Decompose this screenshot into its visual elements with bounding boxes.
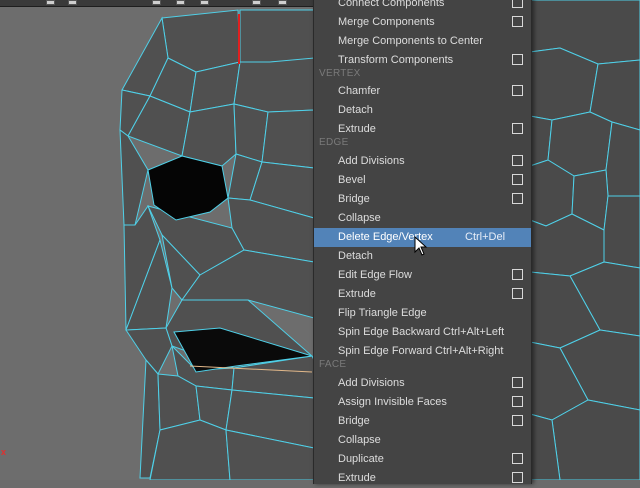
- option-box-icon[interactable]: [512, 155, 523, 166]
- option-box-icon[interactable]: [512, 193, 523, 204]
- menu-item-label: Extrude: [338, 472, 376, 484]
- menu-item-bevel[interactable]: Bevel: [314, 171, 531, 190]
- menu-item-connect-components[interactable]: Connect Components: [314, 0, 531, 13]
- menu-item-label: Bevel: [338, 174, 366, 186]
- option-box-icon[interactable]: [512, 472, 523, 483]
- menu-item-edit-edge-flow[interactable]: Edit Edge Flow: [314, 266, 531, 285]
- option-box-icon[interactable]: [512, 85, 523, 96]
- option-box-icon[interactable]: [512, 16, 523, 27]
- menu-item-label: Chamfer: [338, 85, 381, 97]
- menu-item-detach-vertex[interactable]: Detach: [314, 101, 531, 120]
- menu-item-label: Add Divisions: [338, 155, 405, 167]
- menu-item-label: Edit Edge Flow: [338, 269, 412, 281]
- menu-item-bridge-face[interactable]: Bridge: [314, 412, 531, 431]
- menu-item-extrude-face[interactable]: Extrude: [314, 469, 531, 488]
- option-box-icon[interactable]: [512, 0, 523, 8]
- menu-item-add-divisions-face[interactable]: Add Divisions: [314, 374, 531, 393]
- menu-item-label: Merge Components to Center: [338, 35, 483, 47]
- toolbar-strip: [0, 0, 314, 7]
- menu-item-label: Transform Components: [338, 54, 454, 66]
- menu-item-label: Connect Components: [338, 0, 445, 9]
- section-header-vertex: VERTEX: [319, 68, 361, 79]
- menu-item-chamfer[interactable]: Chamfer: [314, 82, 531, 101]
- menu-item-collapse-edge[interactable]: Collapse: [314, 209, 531, 228]
- menu-item-label: Assign Invisible Faces: [338, 396, 447, 408]
- option-box-icon[interactable]: [512, 377, 523, 388]
- menu-item-label: Extrude: [338, 123, 376, 135]
- tool-icon[interactable]: [200, 0, 209, 5]
- menu-item-flip-triangle-edge[interactable]: Flip Triangle Edge: [314, 304, 531, 323]
- tool-icon[interactable]: [46, 0, 55, 5]
- option-box-icon[interactable]: [512, 54, 523, 65]
- option-box-icon[interactable]: [512, 453, 523, 464]
- menu-item-add-divisions-edge[interactable]: Add Divisions: [314, 152, 531, 171]
- mouse-pointer-icon: [414, 236, 428, 256]
- menu-item-bridge-edge[interactable]: Bridge: [314, 190, 531, 209]
- menu-item-extrude-edge[interactable]: Extrude: [314, 285, 531, 304]
- menu-item-label: Collapse: [338, 212, 381, 224]
- axis-indicator-x: x: [1, 447, 7, 457]
- tool-icon[interactable]: [68, 0, 77, 5]
- menu-item-duplicate[interactable]: Duplicate: [314, 450, 531, 469]
- tool-icon[interactable]: [176, 0, 185, 5]
- option-box-icon[interactable]: [512, 174, 523, 185]
- menu-item-label: Bridge: [338, 415, 370, 427]
- menu-item-label: Spin Edge Forward: [338, 345, 433, 357]
- menu-item-label: Bridge: [338, 193, 370, 205]
- section-header-edge: EDGE: [319, 137, 349, 148]
- option-box-icon[interactable]: [512, 269, 523, 280]
- menu-item-label: Flip Triangle Edge: [338, 307, 427, 319]
- menu-item-merge-components-to-center[interactable]: Merge Components to Center: [314, 32, 531, 51]
- tool-icon[interactable]: [278, 0, 287, 5]
- menu-item-shortcut: Ctrl+Alt+Right: [435, 345, 504, 357]
- menu-item-label: Add Divisions: [338, 377, 405, 389]
- menu-item-spin-edge-forward[interactable]: Spin Edge Forward Ctrl+Alt+Right: [314, 342, 531, 361]
- section-header-face: FACE: [319, 359, 347, 370]
- option-box-icon[interactable]: [512, 415, 523, 426]
- menu-item-collapse-face[interactable]: Collapse: [314, 431, 531, 450]
- menu-item-label: Collapse: [338, 434, 381, 446]
- menu-item-label: Detach: [338, 104, 373, 116]
- tool-icon[interactable]: [152, 0, 161, 5]
- menu-item-label: Spin Edge Backward: [338, 326, 441, 338]
- menu-item-label: Detach: [338, 250, 373, 262]
- menu-item-assign-invisible-faces[interactable]: Assign Invisible Faces: [314, 393, 531, 412]
- menu-item-merge-components[interactable]: Merge Components: [314, 13, 531, 32]
- menu-item-shortcut: Ctrl+Alt+Left: [443, 326, 505, 338]
- menu-item-shortcut: Ctrl+Del: [465, 231, 506, 243]
- menu-item-label: Extrude: [338, 288, 376, 300]
- tool-icon[interactable]: [252, 0, 261, 5]
- menu-item-label: Merge Components: [338, 16, 435, 28]
- menu-item-spin-edge-backward[interactable]: Spin Edge Backward Ctrl+Alt+Left: [314, 323, 531, 342]
- option-box-icon[interactable]: [512, 288, 523, 299]
- option-box-icon[interactable]: [512, 123, 523, 134]
- option-box-icon[interactable]: [512, 396, 523, 407]
- menu-item-label: Duplicate: [338, 453, 384, 465]
